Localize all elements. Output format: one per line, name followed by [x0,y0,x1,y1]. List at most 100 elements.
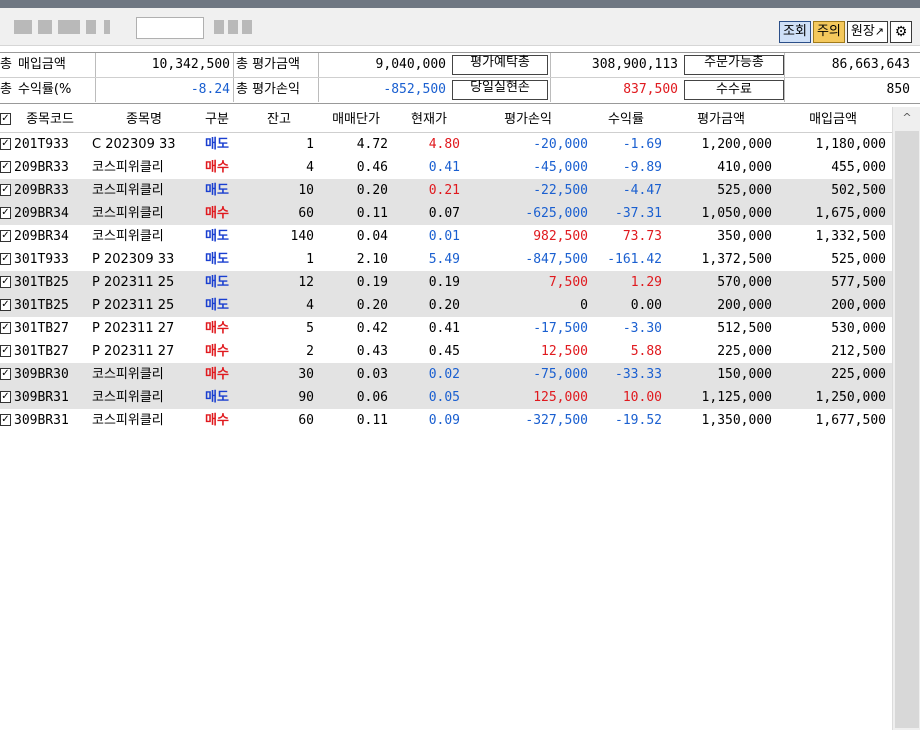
cell-qty: 60 [298,413,314,428]
cell-return-rate: -3.30 [622,321,662,336]
cell-name: 코스피위클리 [92,183,164,198]
total-eval-value: 9,040,000 [375,57,446,72]
cell-current-price: 5.49 [428,252,460,267]
table-row[interactable]: ✓ 209BR33 코스피위클리 매도 10 0.20 0.21 -22,500 -4.47 52… [0,179,892,202]
header-avg-price[interactable]: 매매단가 [320,107,392,132]
ledger-button[interactable]: 원장↗ [846,21,888,43]
cell-return-rate: -161.42 [607,252,662,267]
cell-eval-amount: 410,000 [717,160,772,175]
cell-eval-amount: 1,350,000 [701,413,772,428]
fee-button[interactable]: 수수료 [684,80,784,100]
cell-name: P 202311 25 [92,298,175,313]
cell-eval-pl: -45,000 [533,160,588,175]
cell-eval-amount: 1,200,000 [701,137,772,152]
toolbar: 조회 주의 원장↗ ⚙ [779,21,912,43]
cell-avg-price: 0.06 [356,390,388,405]
cell-name: 코스피위클리 [92,160,164,175]
cell-side: 매도 [205,229,229,244]
header-current-price[interactable]: 현재가 [396,107,462,132]
cell-purchase-amount: 200,000 [831,298,886,313]
scroll-up-arrow-icon[interactable]: ^ [893,107,920,129]
table-row[interactable]: ✓ 301TB27 P 202311 27 매수 5 0.42 0.41 -17,500 -3.… [0,317,892,340]
cell-avg-price: 0.04 [356,229,388,244]
cell-avg-price: 0.42 [356,321,388,336]
account-password-field[interactable] [136,17,204,39]
cell-return-rate: -19.52 [615,413,662,428]
row-checkbox[interactable]: ✓ [0,299,11,311]
row-checkbox[interactable]: ✓ [0,253,11,265]
cell-code: 209BR33 [14,183,69,198]
cell-eval-amount: 200,000 [717,298,772,313]
cell-code: 301TB27 [14,321,69,336]
header-return-rate[interactable]: 수익률 [590,107,662,132]
external-link-icon: ↗ [874,25,884,38]
table-row[interactable]: ✓ 209BR34 코스피위클리 매수 60 0.11 0.07 -625,000 -37.31… [0,202,892,225]
total-pl-label: 총 평가손익 [236,82,300,97]
row-checkbox[interactable]: ✓ [0,391,11,403]
cell-eval-amount: 525,000 [717,183,772,198]
cell-avg-price: 0.46 [356,160,388,175]
cell-side: 매수 [205,160,229,175]
cell-purchase-amount: 1,250,000 [815,390,886,405]
query-button[interactable]: 조회 [779,21,811,43]
header-name[interactable]: 종목명 [92,107,196,132]
vertical-scrollbar[interactable]: ^ [892,107,920,730]
table-row[interactable]: ✓ 309BR31 코스피위클리 매도 90 0.06 0.05 125,000 10.00 1,… [0,386,892,409]
cell-code: 201T933 [14,137,69,152]
header-eval-pl[interactable]: 평가손익 [466,107,590,132]
cell-eval-amount: 1,372,500 [701,252,772,267]
cell-return-rate: 0.00 [630,298,662,313]
table-row[interactable]: ✓ 309BR31 코스피위클리 매수 60 0.11 0.09 -327,500 -19.52… [0,409,892,432]
table-row[interactable]: ✓ 301TB25 P 202311 25 매도 12 0.19 0.19 7,500 1.29… [0,271,892,294]
cell-eval-amount: 150,000 [717,367,772,382]
cell-current-price: 0.19 [428,275,460,290]
header-qty[interactable]: 잔고 [240,107,318,132]
row-checkbox[interactable]: ✓ [0,161,11,173]
row-checkbox[interactable]: ✓ [0,322,11,334]
cell-current-price: 0.01 [428,229,460,244]
realized-pl-button[interactable]: 당일실현손 [452,80,548,100]
cell-qty: 90 [298,390,314,405]
cell-avg-price: 0.20 [356,298,388,313]
row-checkbox[interactable]: ✓ [0,138,11,150]
row-checkbox[interactable]: ✓ [0,276,11,288]
scroll-thumb[interactable] [895,131,919,728]
header-side[interactable]: 구분 [196,107,238,132]
table-row[interactable]: ✓ 209BR33 코스피위클리 매수 4 0.46 0.41 -45,000 -9.89 410… [0,156,892,179]
cell-qty: 4 [306,298,314,313]
cell-return-rate: -9.89 [622,160,662,175]
gear-icon[interactable]: ⚙ [890,21,912,43]
header-purchase-amount[interactable]: 매입금액 [778,107,888,132]
row-checkbox[interactable]: ✓ [0,207,11,219]
orderable-button[interactable]: 주문가능총 [684,55,784,75]
table-row[interactable]: ✓ 301T933 P 202309 33 매도 1 2.10 5.49 -847,500 -1… [0,248,892,271]
purchase-amount-label: 매입금액 [18,57,66,72]
cell-purchase-amount: 1,332,500 [815,229,886,244]
header-code[interactable]: 종목코드 [14,107,86,132]
row-checkbox[interactable]: ✓ [0,345,11,357]
return-rate-value: -8.24 [190,82,230,97]
select-all-checkbox[interactable]: ✓ [0,113,11,125]
cell-name: 코스피위클리 [92,229,164,244]
cell-eval-pl: 125,000 [533,390,588,405]
cell-qty: 60 [298,206,314,221]
cell-qty: 30 [298,367,314,382]
table-row[interactable]: ✓ 309BR30 코스피위클리 매수 30 0.03 0.02 -75,000 -33.33 1… [0,363,892,386]
header-eval-amount[interactable]: 평가금액 [668,107,774,132]
row-checkbox[interactable]: ✓ [0,414,11,426]
positions-table: ✓ 종목코드 종목명 구분 잔고 매매단가 현재가 평가손익 수익률 평가금액 … [0,107,892,730]
row-checkbox[interactable]: ✓ [0,230,11,242]
cell-return-rate: 73.73 [622,229,662,244]
table-row[interactable]: ✓ 209BR34 코스피위클리 매도 140 0.04 0.01 982,500 73.73 3… [0,225,892,248]
table-row[interactable]: ✓ 301TB27 P 202311 27 매수 2 0.43 0.45 12,500 5.88… [0,340,892,363]
cell-name: 코스피위클리 [92,367,164,382]
table-row[interactable]: ✓ 301TB25 P 202311 25 매도 4 0.20 0.20 0 0.00 200,0… [0,294,892,317]
caution-button[interactable]: 주의 [812,21,845,43]
row-checkbox[interactable]: ✓ [0,368,11,380]
table-row[interactable]: ✓ 201T933 C 202309 33 매도 1 4.72 4.80 -20,000 -1.… [0,133,892,156]
row-checkbox[interactable]: ✓ [0,184,11,196]
eval-deposit-button[interactable]: 평가예탁총 [452,55,548,75]
cell-eval-amount: 1,050,000 [701,206,772,221]
cell-name: C 202309 33 [92,137,176,152]
cell-eval-pl: -625,000 [525,206,588,221]
